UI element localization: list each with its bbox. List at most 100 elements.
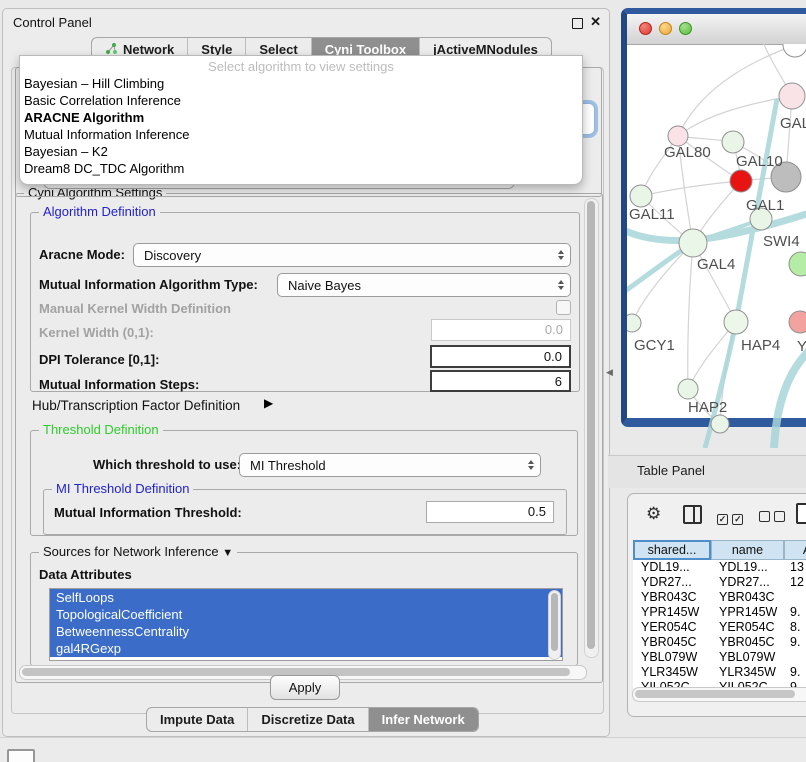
cell[interactable]: YBR045C	[633, 635, 711, 650]
select-all-checkboxes-icon[interactable]: ✓ ✓	[717, 509, 743, 527]
kernel-width-field[interactable]: 0.0	[431, 319, 571, 341]
cell[interactable]: YPR145W	[633, 605, 711, 620]
table-row[interactable]: YPR145WYPR145W9.	[633, 605, 806, 620]
node[interactable]	[783, 44, 806, 57]
cell[interactable]: YPR145W	[711, 605, 784, 620]
settings-vscrollbar-thumb[interactable]	[587, 201, 595, 649]
tab-impute-data[interactable]: Impute Data	[147, 708, 247, 731]
node[interactable]	[711, 415, 729, 433]
node-table-header: shared... name A	[633, 540, 806, 560]
aracne-mode-select[interactable]: Discovery	[133, 243, 571, 267]
tab-discretize-data[interactable]: Discretize Data	[247, 708, 367, 731]
dropdown-item-selected[interactable]: ARACNE Algorithm	[20, 109, 582, 126]
dropdown-item[interactable]: Basic Correlation Inference	[20, 92, 582, 109]
group-title: Algorithm Definition	[39, 204, 160, 219]
attribute-item[interactable]: SelfLoops	[50, 589, 562, 606]
panel-divider-arrow-icon[interactable]: ◀	[606, 367, 613, 378]
cell[interactable]: YLR345W	[633, 665, 711, 680]
cell[interactable]: YDR27...	[711, 575, 784, 590]
tab-infer-network[interactable]: Infer Network	[368, 708, 478, 731]
cell[interactable]: YER054C	[633, 620, 711, 635]
node[interactable]	[724, 310, 748, 334]
cell[interactable]	[784, 650, 806, 665]
column-header[interactable]: name	[711, 540, 784, 560]
attribute-item[interactable]: BetweennessCentrality	[50, 623, 562, 640]
node[interactable]	[789, 252, 806, 276]
node[interactable]	[730, 170, 752, 192]
table-row[interactable]: YDR27...YDR27...12	[633, 575, 806, 590]
chevron-right-icon[interactable]: ▶	[264, 396, 273, 410]
deselect-all-checkboxes-icon[interactable]	[759, 509, 785, 527]
attribute-item[interactable]: TopologicalCoefficient	[50, 606, 562, 623]
zoom-traffic-light[interactable]	[679, 22, 692, 35]
stepper-icon	[552, 247, 570, 263]
node[interactable]	[627, 314, 641, 332]
apply-button[interactable]: Apply	[270, 675, 340, 700]
cell[interactable]: YBL079W	[711, 650, 784, 665]
cell[interactable]: YER054C	[711, 620, 784, 635]
chevron-down-icon[interactable]: ▼	[222, 547, 233, 559]
cell[interactable]: 8.	[784, 620, 806, 635]
node[interactable]	[779, 83, 805, 109]
attributes-vscrollbar[interactable]	[548, 590, 561, 660]
network-canvas[interactable]: GAL GAL80 GAL10 GAL1 GAL11 SWI4 GAL4 GCY…	[627, 44, 806, 448]
node[interactable]	[722, 131, 744, 153]
column-header[interactable]: A	[784, 540, 806, 560]
cell[interactable]: 9.	[784, 635, 806, 650]
table-row[interactable]: YDL19...YDL19...13	[633, 560, 806, 575]
column-header[interactable]: shared...	[633, 540, 711, 560]
dropdown-item[interactable]: Dream8 DC_TDC Algorithm	[20, 160, 582, 177]
cell[interactable]: YDL19...	[633, 560, 711, 575]
algorithm-dropdown-popup: Select algorithm to view settings Bayesi…	[19, 55, 583, 185]
close-traffic-light[interactable]	[639, 22, 652, 35]
new-table-icon[interactable]	[796, 503, 806, 524]
manual-kernel-checkbox[interactable]	[556, 300, 571, 315]
minimize-traffic-light[interactable]	[659, 22, 672, 35]
dpi-tolerance-field[interactable]: 0.0	[430, 345, 571, 368]
cell[interactable]: YLR345W	[711, 665, 784, 680]
cell[interactable]: YBL079W	[633, 650, 711, 665]
cell[interactable]: 9.	[784, 605, 806, 620]
table-hscrollbar-thumb[interactable]	[635, 690, 795, 698]
node[interactable]	[678, 379, 698, 399]
gear-icon[interactable]: ⚙	[646, 505, 661, 522]
cell[interactable]	[784, 590, 806, 605]
dropdown-item[interactable]: Bayesian – Hill Climbing	[20, 75, 582, 92]
table-row[interactable]: YBR043CYBR043C	[633, 590, 806, 605]
table-row[interactable]: YBR045CYBR045C9.	[633, 635, 806, 650]
node[interactable]	[630, 185, 652, 207]
node[interactable]	[679, 229, 707, 257]
hub-section-label[interactable]: Hub/Transcription Factor Definition	[32, 398, 240, 413]
close-icon[interactable]: ✕	[590, 14, 601, 30]
cell[interactable]: YDR27...	[633, 575, 711, 590]
table-hscrollbar[interactable]	[632, 687, 806, 702]
table-row[interactable]: YBL079WYBL079W	[633, 650, 806, 665]
tab-label: Infer Network	[382, 712, 465, 727]
node[interactable]	[668, 126, 688, 146]
dropdown-item[interactable]: Mutual Information Inference	[20, 126, 582, 143]
which-threshold-select[interactable]: MI Threshold	[239, 453, 541, 477]
node[interactable]	[789, 311, 806, 333]
node-label: SWI4	[763, 233, 800, 250]
settings-vscrollbar[interactable]	[584, 198, 599, 658]
cell[interactable]: YBR043C	[711, 590, 784, 605]
cell[interactable]: 13	[784, 560, 806, 575]
cell[interactable]: YDL19...	[711, 560, 784, 575]
attributes-vscrollbar-thumb[interactable]	[551, 593, 558, 651]
table-row[interactable]: YLR345WYLR345W9.	[633, 665, 806, 680]
node-label: HAP2	[688, 399, 727, 416]
float-window-icon[interactable]	[572, 18, 583, 29]
cell[interactable]: 12	[784, 575, 806, 590]
mi-threshold-field[interactable]: 0.5	[426, 501, 554, 523]
dropdown-item[interactable]: Bayesian – K2	[20, 143, 582, 160]
columns-icon[interactable]	[683, 505, 702, 524]
cell[interactable]: YBR045C	[711, 635, 784, 650]
minimized-panel-icon[interactable]	[7, 749, 35, 762]
cell[interactable]: YBR043C	[633, 590, 711, 605]
network-window-titlebar[interactable]	[627, 14, 806, 45]
cell[interactable]: 9.	[784, 665, 806, 680]
table-row[interactable]: YER054CYER054C8.	[633, 620, 806, 635]
mi-steps-field[interactable]: 6	[430, 370, 571, 392]
mi-algorithm-type-select[interactable]: Naive Bayes	[277, 273, 571, 297]
attribute-item[interactable]: gal4RGexp	[50, 640, 562, 657]
